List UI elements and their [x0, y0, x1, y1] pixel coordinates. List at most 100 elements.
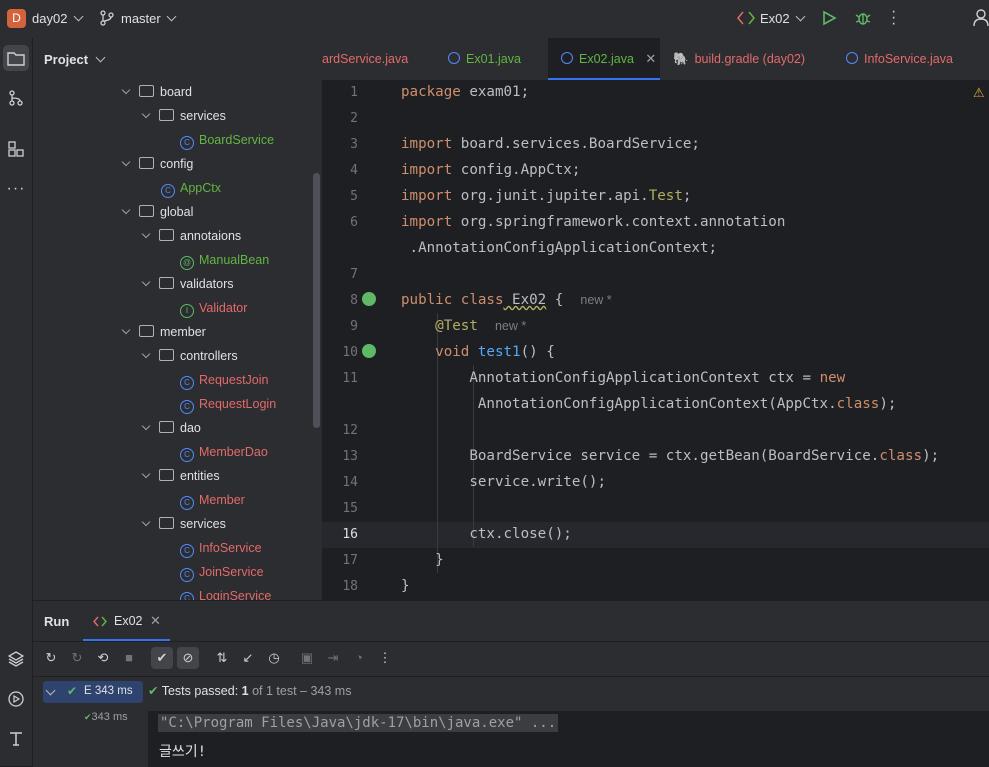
commit-icon[interactable]	[3, 85, 29, 111]
class-icon: C	[180, 136, 194, 150]
line-number: 13	[342, 449, 358, 464]
tab-ex01[interactable]: Ex01.java	[435, 38, 548, 80]
tree-folder[interactable]: entities	[141, 464, 220, 488]
tree-file[interactable]: C BoardService	[180, 128, 274, 152]
folder-icon	[139, 205, 154, 217]
close-tab-icon[interactable]: ✕	[645, 51, 656, 66]
chevron-down-icon[interactable]	[141, 517, 151, 527]
tree-folder[interactable]: board	[121, 80, 192, 104]
tree-file[interactable]: C JoinService	[180, 560, 264, 584]
run-tool-icon[interactable]	[3, 686, 29, 712]
rerun-icon[interactable]: ↻	[43, 650, 59, 666]
chevron-down-icon[interactable]	[141, 229, 151, 239]
tree-item-label: MemberDao	[199, 445, 268, 459]
close-run-tab-icon[interactable]: ✕	[150, 613, 161, 629]
tree-folder[interactable]: services	[141, 104, 226, 128]
project-name[interactable]: day02	[32, 11, 84, 26]
tree-file[interactable]: C MemberDao	[180, 440, 268, 464]
tree-file[interactable]: C LoginService	[180, 584, 271, 600]
tree-folder[interactable]: global	[121, 200, 193, 224]
chevron-down-icon[interactable]	[121, 205, 131, 215]
chevron-down-icon[interactable]	[121, 325, 131, 335]
collapse-all-icon[interactable]: ↙	[240, 650, 256, 666]
more-options-icon[interactable]: ⋮	[377, 650, 393, 666]
project-folder-icon[interactable]	[3, 45, 29, 71]
warning-icon[interactable]: ⚠	[973, 85, 985, 101]
chevron-down-icon[interactable]	[141, 109, 151, 119]
class-icon: C	[180, 400, 194, 414]
gradle-icon: 🐘	[673, 52, 689, 66]
chevron-down-icon[interactable]	[121, 157, 131, 167]
test-tree-root[interactable]: ✔ E 343 ms	[43, 681, 143, 703]
debug-icon[interactable]	[855, 10, 871, 29]
run-config-selector[interactable]: Ex02	[760, 11, 806, 26]
code-editor[interactable]: 1 2 3 4 5 6 7 8 9 10 11 12 13 14 15 16 17 18 ⚠ package ex…	[322, 81, 989, 600]
line-number: 16	[342, 527, 358, 542]
tree-file[interactable]: @ ManualBean	[180, 248, 269, 272]
import-tests-icon[interactable]: ⇥	[325, 650, 341, 666]
show-ignored-icon[interactable]: ⊘	[177, 647, 199, 669]
structure-icon[interactable]	[3, 136, 29, 162]
run-tab-label: Ex02	[114, 614, 143, 628]
run-tab-ex02[interactable]: Ex02 ✕	[83, 601, 170, 641]
sort-alphabetically-icon[interactable]: ⇅	[214, 650, 230, 666]
run-test-gutter-icon[interactable]	[362, 344, 376, 358]
services-layers-icon[interactable]	[3, 646, 29, 672]
tree-folder[interactable]: controllers	[141, 344, 238, 368]
chevron-down-icon[interactable]	[141, 469, 151, 479]
chevron-down-icon[interactable]	[141, 421, 151, 431]
account-icon[interactable]	[973, 9, 989, 30]
chevron-down-icon[interactable]	[141, 349, 151, 359]
tree-folder[interactable]: annotaions	[141, 224, 241, 248]
stop-icon[interactable]: ■	[121, 650, 137, 666]
more-options-icon[interactable]: · · ·	[891, 4, 896, 32]
terminal-icon[interactable]	[3, 726, 29, 752]
tab-boardservice[interactable]: ardService.java	[322, 38, 435, 80]
chevron-down-icon[interactable]	[141, 277, 151, 287]
rerun-failed-icon[interactable]: ↻	[69, 650, 85, 666]
tree-item-label: validators	[180, 277, 234, 291]
tree-folder[interactable]: services	[141, 512, 226, 536]
tree-folder[interactable]: dao	[141, 416, 201, 440]
folder-icon	[159, 109, 174, 121]
project-scrollbar[interactable]	[313, 173, 320, 428]
tree-file[interactable]: I Validator	[180, 296, 247, 320]
line-number: 9	[350, 319, 358, 334]
coverage-icon[interactable]: ◔	[351, 650, 367, 666]
tab-ex02[interactable]: Ex02.java ✕	[548, 38, 660, 80]
tree-folder[interactable]: member	[121, 320, 206, 344]
tree-file[interactable]: C RequestJoin	[180, 368, 269, 392]
branch-selector[interactable]: master	[121, 11, 177, 26]
test-status: ✔ Tests passed: 1 of 1 test – 343 ms	[148, 683, 351, 698]
project-panel-title[interactable]: Project	[44, 52, 106, 67]
folder-icon	[159, 469, 174, 481]
folder-icon	[159, 277, 174, 289]
console-output[interactable]: "C:\Program Files\Java\jdk-17\bin\java.e…	[148, 711, 989, 767]
more-tools-icon[interactable]: ···	[3, 176, 29, 202]
tab-build-gradle[interactable]: 🐘 build.gradle (day02)	[660, 38, 828, 80]
run-class-gutter-icon[interactable]	[362, 292, 376, 306]
code-line-18: }	[401, 578, 410, 594]
run-icon[interactable]	[821, 10, 837, 29]
tree-folder[interactable]: config	[121, 152, 193, 176]
tree-file[interactable]: C Member	[180, 488, 245, 512]
tree-folder[interactable]: validators	[141, 272, 234, 296]
camera-icon[interactable]: ▣	[299, 650, 315, 666]
tree-file[interactable]: C InfoService	[180, 536, 262, 560]
class-icon: C	[180, 592, 194, 600]
status-passed-count: 1	[241, 684, 249, 698]
tree-file[interactable]: C AppCtx	[161, 176, 221, 200]
toggle-auto-test-icon[interactable]: ⟲	[95, 650, 111, 666]
folder-icon	[139, 85, 154, 97]
chevron-down-icon[interactable]	[121, 85, 131, 95]
project-badge[interactable]: D	[7, 9, 26, 28]
tab-infoservice[interactable]: InfoService.java	[830, 38, 989, 80]
test-tree-child[interactable]: ✔343 ms	[84, 711, 128, 723]
code-line-3: import board.services.BoardService;	[401, 136, 700, 152]
show-passed-icon[interactable]: ✔	[151, 647, 173, 669]
test-history-icon[interactable]: ◷	[266, 650, 282, 666]
tree-item-label: Member	[199, 493, 245, 507]
line-number: 1	[350, 85, 358, 100]
run-panel-title: Run	[44, 614, 70, 629]
tree-file[interactable]: C RequestLogin	[180, 392, 276, 416]
